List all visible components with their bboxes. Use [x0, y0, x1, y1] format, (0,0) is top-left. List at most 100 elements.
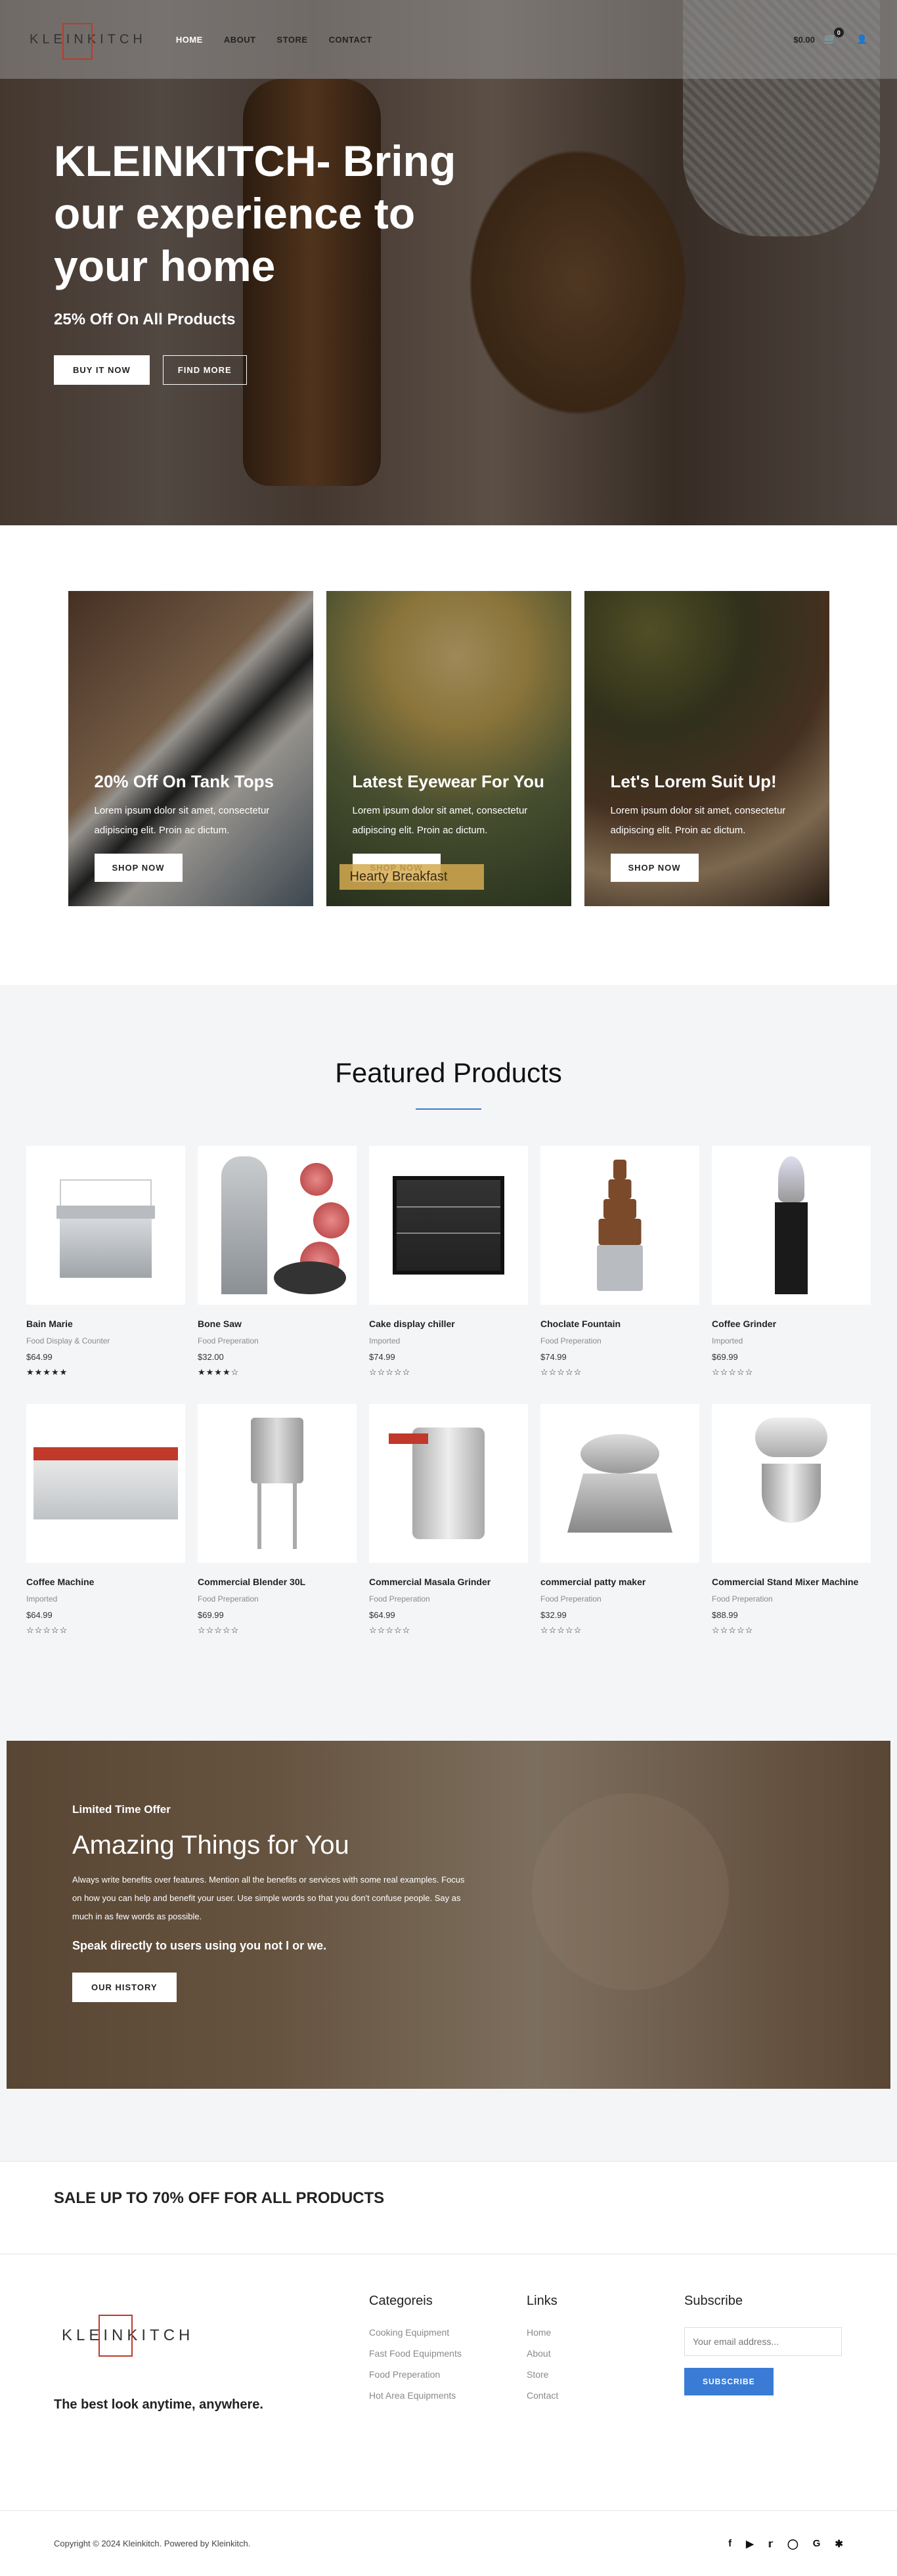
promo-title: Let's Lorem Suit Up! — [610, 772, 777, 791]
nav-contact[interactable]: CONTACT — [329, 35, 372, 45]
shop-now-button[interactable]: SHOP NOW — [610, 854, 699, 882]
product-name[interactable]: Commercial Masala Grinder — [369, 1576, 528, 1588]
offer-title: Amazing Things for You — [72, 1831, 349, 1860]
product-image[interactable] — [712, 1146, 871, 1305]
hero-title: KLEINKITCH- Bring our experience to your… — [54, 137, 456, 290]
product-category: Imported — [26, 1594, 58, 1604]
promo-card[interactable]: 20% Off On Tank Tops Lorem ipsum dolor s… — [68, 591, 313, 906]
product-image[interactable] — [540, 1146, 699, 1305]
footer-tagline: The best look anytime, anywhere. — [54, 2397, 263, 2412]
cart-icon[interactable]: 🛒 0 — [824, 28, 844, 46]
product-name[interactable]: Commercial Stand Mixer Machine — [712, 1576, 871, 1588]
product-name[interactable]: Cake display chiller — [369, 1318, 528, 1330]
yelp-icon[interactable]: ✱ — [835, 2538, 843, 2550]
product-card[interactable]: Coffee Machine Imported $64.99 ☆☆☆☆☆ — [26, 1404, 185, 1636]
product-rating: ☆☆☆☆☆ — [26, 1625, 68, 1635]
footer-heading: Links — [527, 2294, 558, 2308]
copyright: Copyright © 2024 Kleinkitch. Powered by … — [54, 2539, 251, 2548]
user-icon[interactable]: 👤 — [857, 34, 867, 45]
footer-link[interactable]: About — [527, 2348, 684, 2359]
promo-overlay-sign: Hearty Breakfast — [339, 864, 484, 890]
footer-link[interactable]: Store — [527, 2369, 684, 2380]
product-category: Food Preperation — [198, 1594, 259, 1604]
limited-offer-banner: Limited Time Offer Amazing Things for Yo… — [7, 1741, 890, 2089]
youtube-icon[interactable]: ▶ — [746, 2538, 754, 2550]
limited-offer-wrap: Limited Time Offer Amazing Things for Yo… — [0, 1728, 897, 2161]
product-name[interactable]: commercial patty maker — [540, 1576, 699, 1588]
site-footer: KLEINKITCH The best look anytime, anywhe… — [0, 2254, 897, 2576]
find-more-button[interactable]: FIND MORE — [162, 355, 247, 385]
product-image[interactable] — [198, 1146, 357, 1305]
product-image[interactable] — [540, 1404, 699, 1563]
cart-total[interactable]: $0.00 — [793, 35, 815, 45]
product-card[interactable]: Commercial Masala Grinder Food Preperati… — [369, 1404, 528, 1636]
product-category: Food Preperation — [712, 1594, 773, 1604]
google-icon[interactable]: G — [813, 2538, 821, 2550]
hero-buttons: BUY IT NOW FIND MORE — [54, 355, 474, 385]
footer-link[interactable]: Fast Food Equipments — [369, 2348, 527, 2359]
nav-store[interactable]: STORE — [277, 35, 308, 45]
product-image[interactable] — [26, 1146, 185, 1305]
product-card[interactable]: Commercial Blender 30L Food Preperation … — [198, 1404, 357, 1636]
product-name[interactable]: Choclate Fountain — [540, 1318, 699, 1330]
offer-tag: Limited Time Offer — [72, 1803, 171, 1816]
shop-now-button[interactable]: SHOP NOW — [94, 854, 183, 882]
nav-home[interactable]: HOME — [176, 35, 203, 45]
product-price: $74.99 — [369, 1352, 395, 1362]
nav-about[interactable]: ABOUT — [224, 35, 256, 45]
product-rating: ☆☆☆☆☆ — [540, 1367, 582, 1377]
product-card[interactable]: Bone Saw Food Preperation $32.00 ★★★★☆ — [198, 1146, 357, 1378]
promo-title: Latest Eyewear For You — [352, 772, 544, 791]
product-image[interactable] — [26, 1404, 185, 1563]
promo-text: Lorem ipsum dolor sit amet, consectetur … — [94, 805, 270, 836]
product-category: Food Preperation — [369, 1594, 430, 1604]
product-category: Food Preperation — [540, 1336, 602, 1345]
product-name[interactable]: Commercial Blender 30L — [198, 1576, 357, 1588]
product-card[interactable]: Cake display chiller Imported $74.99 ☆☆☆… — [369, 1146, 528, 1378]
email-input[interactable] — [684, 2327, 842, 2356]
product-card[interactable]: Choclate Fountain Food Preperation $74.9… — [540, 1146, 699, 1378]
footer-brand: KLEINKITCH The best look anytime, anywhe… — [54, 2294, 369, 2491]
product-category: Food Preperation — [540, 1594, 602, 1604]
product-name[interactable]: Coffee Grinder — [712, 1318, 871, 1330]
product-image[interactable] — [712, 1404, 871, 1563]
product-name[interactable]: Coffee Machine — [26, 1576, 185, 1588]
product-image[interactable] — [369, 1146, 528, 1305]
product-category: Food Display & Counter — [26, 1336, 110, 1345]
product-image[interactable] — [198, 1404, 357, 1563]
hero-section: KLEINKITCH- Bring our experience to your… — [0, 0, 897, 525]
facebook-icon[interactable]: f — [728, 2538, 732, 2550]
featured-products: Featured Products Bain Marie Food Displa… — [0, 985, 897, 1728]
product-card[interactable]: commercial patty maker Food Preperation … — [540, 1404, 699, 1636]
product-card[interactable]: Coffee Grinder Imported $69.99 ☆☆☆☆☆ — [712, 1146, 871, 1378]
footer-link[interactable]: Hot Area Equipments — [369, 2390, 527, 2401]
twitter-icon[interactable]: 𝕣 — [768, 2538, 773, 2550]
buy-it-now-button[interactable]: BUY IT NOW — [54, 355, 150, 385]
footer-link[interactable]: Contact — [527, 2390, 684, 2401]
footer-bottom: Copyright © 2024 Kleinkitch. Powered by … — [0, 2510, 897, 2576]
footer-logo[interactable]: KLEINKITCH — [62, 2315, 194, 2357]
section-title: Featured Products — [335, 1057, 562, 1088]
logo-box — [62, 22, 93, 60]
main-nav: HOME ABOUT STORE CONTACT — [176, 35, 372, 45]
footer-link[interactable]: Food Preperation — [369, 2369, 527, 2380]
site-logo[interactable]: KLEINKITCH — [30, 22, 146, 60]
footer-link[interactable]: Cooking Equipment — [369, 2327, 527, 2338]
promo-text: Lorem ipsum dolor sit amet, consectetur … — [352, 805, 528, 836]
product-image-badge — [389, 1433, 428, 1444]
footer-subscribe: Subscribe SUBSCRIBE — [684, 2294, 842, 2491]
product-image[interactable] — [369, 1404, 528, 1563]
product-category: Imported — [369, 1336, 401, 1345]
product-name[interactable]: Bone Saw — [198, 1318, 357, 1330]
product-card[interactable]: Commercial Stand Mixer Machine Food Prep… — [712, 1404, 871, 1636]
promo-card[interactable]: Let's Lorem Suit Up! Lorem ipsum dolor s… — [584, 591, 829, 906]
product-name[interactable]: Bain Marie — [26, 1318, 185, 1330]
subscribe-button[interactable]: SUBSCRIBE — [684, 2368, 774, 2395]
product-price: $69.99 — [198, 1610, 224, 1620]
product-card[interactable]: Bain Marie Food Display & Counter $64.99… — [26, 1146, 185, 1378]
instagram-icon[interactable]: ◯ — [787, 2538, 799, 2550]
footer-link[interactable]: Home — [527, 2327, 684, 2338]
our-history-button[interactable]: OUR HISTORY — [72, 1973, 177, 2002]
promo-card[interactable]: Latest Eyewear For You Lorem ipsum dolor… — [326, 591, 571, 906]
product-price: $88.99 — [712, 1610, 738, 1620]
